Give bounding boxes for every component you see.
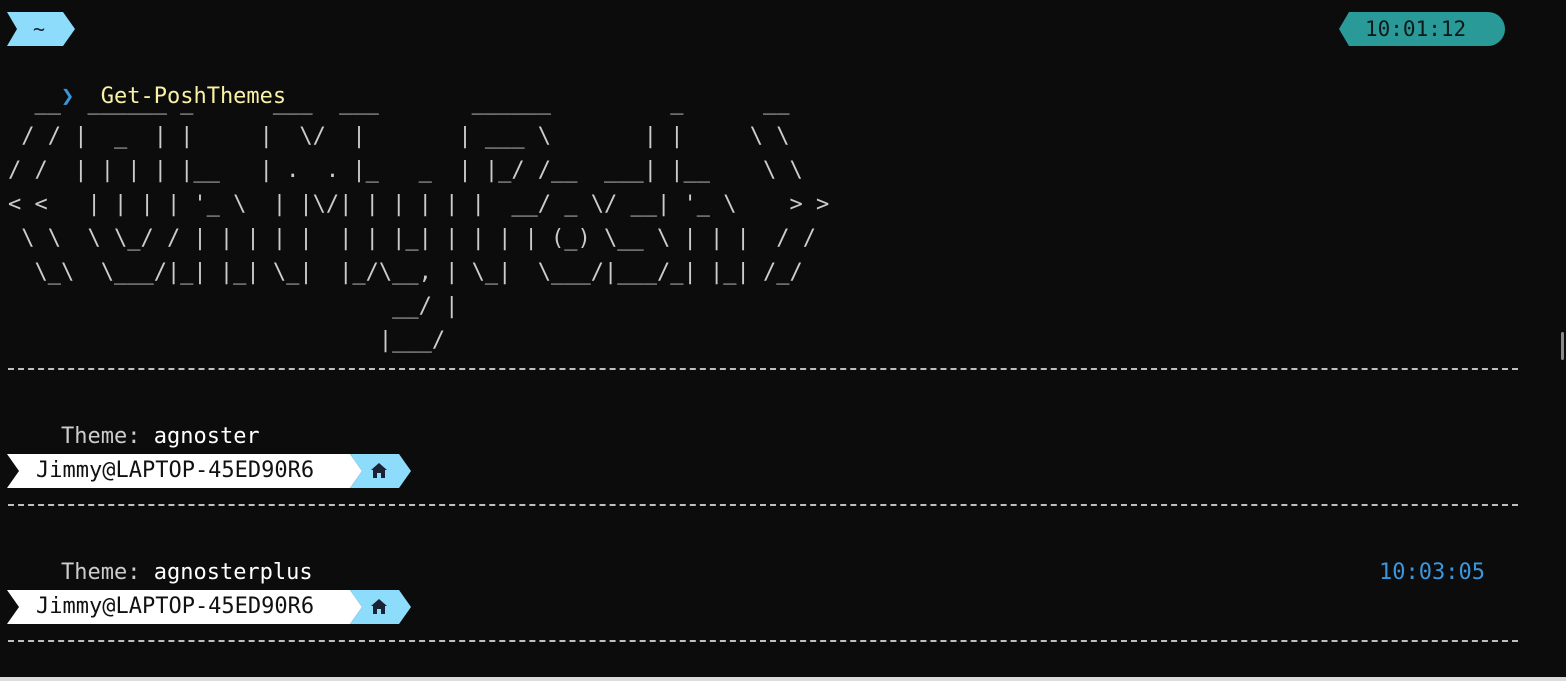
prompt-path-segment: ~	[7, 12, 75, 46]
theme-name: agnoster	[153, 424, 260, 449]
user-host: Jimmy@LAPTOP-45ED90R6	[36, 594, 315, 619]
banner-line: __ ______ _ ___ ___ ______ _ __	[8, 90, 790, 115]
terminal-window[interactable]: ~ 10:01:12 ❯ Get-PoshThemes __ ______ _ …	[0, 0, 1566, 681]
banner-line: < < | | | | '_ \ | |\/| | | | | | __/ _ …	[8, 192, 830, 217]
theme-heading: Theme: agnosterplus	[8, 522, 313, 585]
oh-my-posh-banner: __ ______ _ ___ ___ ______ _ __ / / | _ …	[8, 86, 829, 358]
theme-preview-prompt: Jimmy@LAPTOP-45ED90R6	[7, 590, 411, 624]
home-icon	[371, 599, 387, 614]
theme-label: Theme:	[60, 424, 141, 449]
user-host-segment: Jimmy@LAPTOP-45ED90R6	[7, 590, 362, 624]
prompt-time: 10:01:12	[1365, 17, 1467, 41]
command-line[interactable]: ❯ Get-PoshThemes	[8, 46, 286, 109]
prompt-path: ~	[32, 17, 46, 41]
separator	[8, 640, 1518, 642]
banner-line: __/ |	[8, 294, 459, 319]
theme-preview-prompt: Jimmy@LAPTOP-45ED90R6	[7, 454, 411, 488]
banner-line: \ \ \ \_/ / | | | | | | | |_| | | | | (_…	[8, 226, 816, 251]
scrollbar-thumb[interactable]	[1561, 332, 1564, 360]
theme-heading: Theme: agnoster	[8, 386, 260, 449]
banner-line: / / | | | | |__ | . . |_ _ | |_/ /__ ___…	[8, 158, 803, 183]
right-prompt-time: 10:03:05	[1379, 560, 1485, 585]
banner-line: |___/	[8, 328, 446, 353]
home-icon	[371, 463, 387, 478]
prompt-time-segment: 10:01:12	[1339, 12, 1505, 46]
separator	[8, 504, 1518, 506]
banner-line: \_\ \___/|_| |_| \_| |_/\__, | \_| \___/…	[8, 260, 803, 285]
user-host-segment: Jimmy@LAPTOP-45ED90R6	[7, 454, 362, 488]
separator	[8, 368, 1518, 370]
theme-label: Theme:	[60, 560, 141, 585]
banner-line: / / | _ | | | \/ | | ___ \ | | \ \	[8, 124, 790, 149]
user-host: Jimmy@LAPTOP-45ED90R6	[36, 458, 315, 483]
window-bottom-edge	[0, 677, 1566, 681]
theme-name: agnosterplus	[153, 560, 313, 585]
